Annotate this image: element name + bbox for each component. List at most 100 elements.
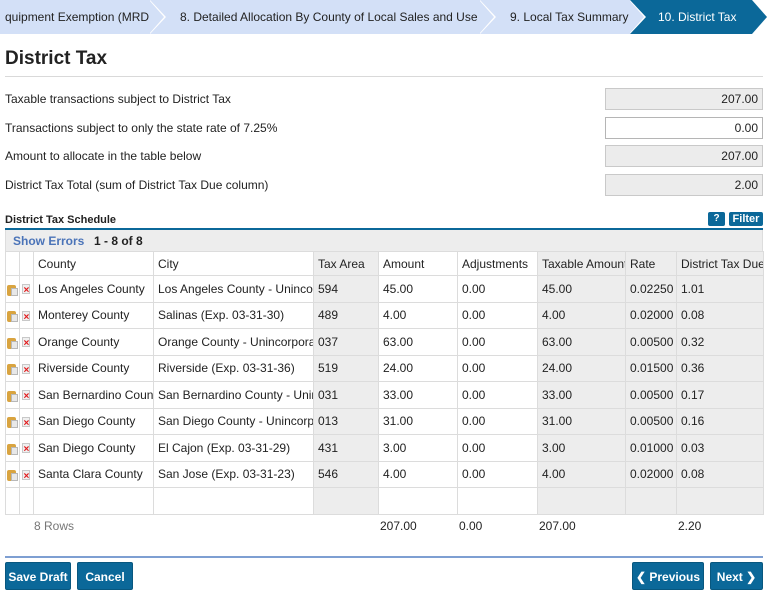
adjustments-cell[interactable]: 0.00 [457,407,538,435]
amount-cell[interactable]: 31.00 [378,407,458,435]
delete-row-button[interactable]: × [19,407,34,435]
adjustments-cell[interactable]: 0.00 [457,434,538,462]
taxable-amount-cell: 33.00 [537,381,626,409]
state-rate-transactions-input[interactable] [605,117,763,139]
district-tax-table: County City Tax Area Amount Adjustments … [5,251,764,515]
save-draft-button[interactable]: Save Draft [5,562,71,590]
district-tax-due-cell: 0.17 [676,381,764,409]
empty-cell[interactable] [153,487,314,515]
clipboard-edit-icon [7,310,18,323]
next-button[interactable]: Next ❯ [710,562,763,590]
column-header-county[interactable]: County [33,251,154,276]
county-cell[interactable]: Los Angeles County [33,275,154,303]
column-header-adjustments[interactable]: Adjustments [457,251,538,276]
district-tax-due-cell: 0.36 [676,354,764,382]
step-local-tax-summary[interactable]: 9. Local Tax Summary [480,0,630,34]
edit-row-button[interactable] [5,460,20,488]
edit-row-button[interactable] [5,407,20,435]
adjustments-cell[interactable]: 0.00 [457,381,538,409]
city-cell[interactable]: Orange County - Unincorporate [153,328,314,356]
rate-cell: 0.02000 [625,301,677,329]
adjustments-cell[interactable]: 0.00 [457,354,538,382]
city-cell[interactable]: San Diego County - Unincorpora [153,407,314,435]
column-header-district-tax-due[interactable]: District Tax Due [676,251,764,276]
city-cell[interactable]: San Jose (Exp. 03-31-23) [153,460,314,488]
empty-cell[interactable] [33,487,154,515]
field-amount-to-allocate: Amount to allocate in the table below [5,145,763,167]
adjustments-cell[interactable]: 0.00 [457,460,538,488]
field-label: Taxable transactions subject to District… [5,92,231,106]
help-button[interactable]: ? [708,212,725,226]
city-cell[interactable]: Riverside (Exp. 03-31-36) [153,354,314,382]
column-header-rate[interactable]: Rate [625,251,677,276]
edit-row-button[interactable] [5,301,20,329]
previous-button[interactable]: ❮ Previous [632,562,704,590]
edit-row-button[interactable] [5,354,20,382]
amount-cell[interactable]: 3.00 [378,434,458,462]
step-district-tax[interactable]: 10. District Tax [630,0,752,34]
step-separator [149,0,164,34]
column-header-taxable-amount[interactable]: Taxable Amount [537,251,626,276]
taxable-amount-cell: 24.00 [537,354,626,382]
tax-area-cell: 489 [313,301,379,329]
amount-cell[interactable]: 33.00 [378,381,458,409]
delete-row-button[interactable]: × [19,381,34,409]
delete-row-button[interactable]: × [19,354,34,382]
adjustments-cell[interactable]: 0.00 [457,328,538,356]
column-header-tax-area[interactable]: Tax Area [313,251,379,276]
column-header-amount[interactable]: Amount [378,251,458,276]
delete-row-button[interactable]: × [19,434,34,462]
delete-row-button[interactable]: × [19,460,34,488]
cancel-button[interactable]: Cancel [77,562,133,590]
wizard-steps: quipment Exemption (MRD) 8. Detailed All… [0,0,768,34]
field-district-tax-total: District Tax Total (sum of District Tax … [5,174,763,196]
county-cell[interactable]: Riverside County [33,354,154,382]
step-detailed-allocation[interactable]: 8. Detailed Allocation By County of Loca… [150,0,499,34]
empty-cell[interactable] [457,487,538,515]
empty-cell[interactable] [378,487,458,515]
delete-row-button[interactable]: × [19,275,34,303]
edit-row-button[interactable] [5,381,20,409]
county-cell[interactable]: Santa Clara County [33,460,154,488]
divider [5,76,763,77]
city-cell[interactable]: San Bernardino County - Uninco [153,381,314,409]
rate-cell: 0.02000 [625,460,677,488]
delete-icon: × [21,310,30,323]
edit-row-button[interactable] [5,328,20,356]
county-cell[interactable]: San Diego County [33,407,154,435]
column-header-delete [19,251,34,276]
delete-row-button[interactable]: × [19,328,34,356]
delete-row-button[interactable]: × [19,301,34,329]
adjustments-cell[interactable]: 0.00 [457,275,538,303]
taxable-amount-cell: 4.00 [537,460,626,488]
page-title: District Tax [5,48,108,69]
edit-row-button[interactable] [5,434,20,462]
edit-row-button[interactable] [5,275,20,303]
table-row: × San Diego County El Cajon (Exp. 03-31-29… [5,434,764,462]
city-cell[interactable]: Salinas (Exp. 03-31-30) [153,301,314,329]
tax-area-cell: 519 [313,354,379,382]
column-header-city[interactable]: City [153,251,314,276]
filter-button[interactable]: Filter [729,212,763,226]
empty-cell[interactable] [5,487,20,515]
chevron-left-icon: ❮ [635,570,650,584]
city-cell[interactable]: El Cajon (Exp. 03-31-29) [153,434,314,462]
total-taxable-amount: 207.00 [539,519,576,533]
empty-cell[interactable] [19,487,34,515]
step-equipment-exemption[interactable]: quipment Exemption (MRD) [0,0,153,34]
county-cell[interactable]: Monterey County [33,301,154,329]
county-cell[interactable]: San Bernardino County [33,381,154,409]
adjustments-cell[interactable]: 0.00 [457,301,538,329]
show-errors-link[interactable]: Show Errors [13,234,84,248]
amount-cell[interactable]: 45.00 [378,275,458,303]
empty-cell [676,487,764,515]
amount-cell[interactable]: 24.00 [378,354,458,382]
amount-cell[interactable]: 4.00 [378,460,458,488]
city-cell[interactable]: Los Angeles County - Unincorpo [153,275,314,303]
amount-cell[interactable]: 4.00 [378,301,458,329]
taxable-amount-cell: 63.00 [537,328,626,356]
taxable-amount-cell: 3.00 [537,434,626,462]
county-cell[interactable]: Orange County [33,328,154,356]
county-cell[interactable]: San Diego County [33,434,154,462]
amount-cell[interactable]: 63.00 [378,328,458,356]
